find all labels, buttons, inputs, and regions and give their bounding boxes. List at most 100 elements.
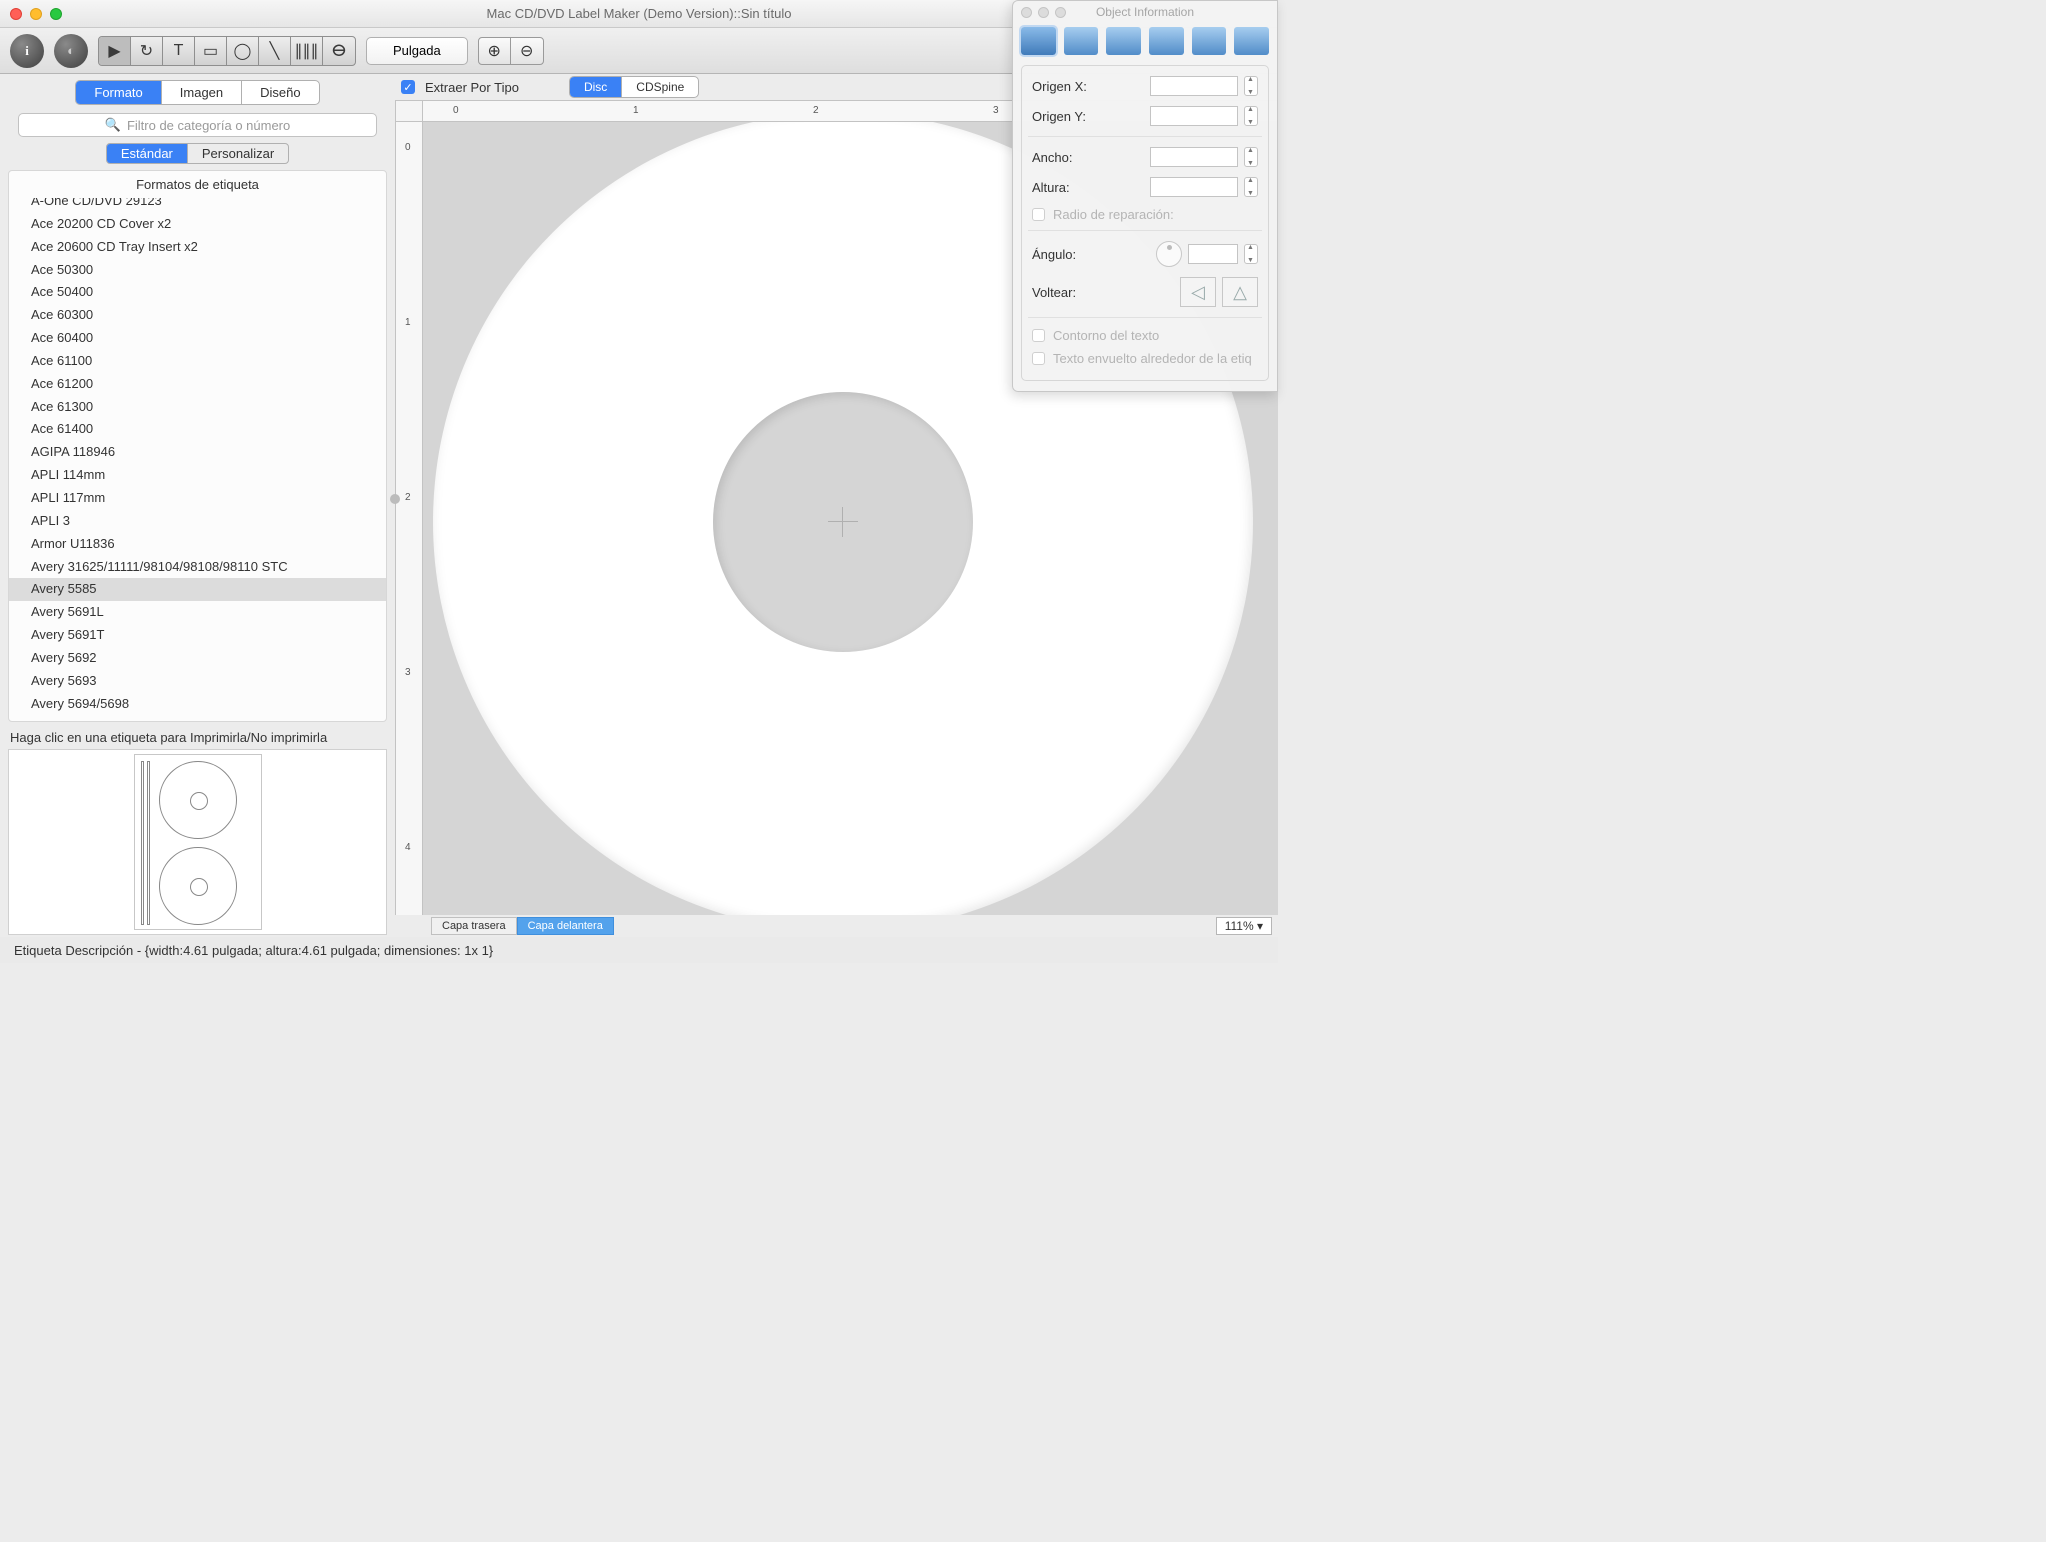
origin-y-stepper[interactable] xyxy=(1244,106,1258,126)
line-tool[interactable]: ╲ xyxy=(259,37,291,65)
format-item[interactable]: Avery 5694/5698 xyxy=(9,693,386,716)
outline-label: Contorno del texto xyxy=(1053,328,1159,343)
sidebar-resize-grip[interactable] xyxy=(390,494,400,504)
mask-icon[interactable]: ◐ xyxy=(54,34,88,68)
unit-button[interactable]: Pulgada xyxy=(366,37,468,65)
object-info-panel: Object Information Origen X: Origen Y: A… xyxy=(1012,0,1278,392)
ellipse-tool[interactable]: ◯ xyxy=(227,37,259,65)
effects-tab-icon[interactable] xyxy=(1192,27,1227,55)
search-icon: 🔍 xyxy=(105,117,121,133)
close-window[interactable] xyxy=(10,8,22,20)
left-sidebar: Formato Imagen Diseño 🔍 Filtro de catego… xyxy=(0,74,395,937)
info-icon[interactable]: i xyxy=(10,34,44,68)
format-item[interactable]: Avery 31625/11111/98104/98108/98110 STC xyxy=(9,556,386,579)
tab-diseno[interactable]: Diseño xyxy=(242,81,318,104)
width-label: Ancho: xyxy=(1032,150,1144,165)
search-placeholder: Filtro de categoría o número xyxy=(127,118,290,133)
height-input[interactable] xyxy=(1150,177,1238,197)
fill-tab-icon[interactable] xyxy=(1064,27,1099,55)
origin-x-input[interactable] xyxy=(1150,76,1238,96)
angle-dial[interactable] xyxy=(1156,241,1182,267)
rect-tool[interactable]: ▭ xyxy=(195,37,227,65)
format-item[interactable]: Avery 5692 xyxy=(9,647,386,670)
format-item[interactable]: APLI 3 xyxy=(9,510,386,533)
barcode-tool[interactable]: ∥∥∥ xyxy=(291,37,323,65)
zoom-level-select[interactable]: 111% ▾ xyxy=(1216,917,1272,935)
format-item[interactable]: Ace 61300 xyxy=(9,396,386,419)
format-item[interactable]: Ace 60300 xyxy=(9,304,386,327)
angle-input[interactable] xyxy=(1188,244,1238,264)
format-item[interactable]: AGIPA 118946 xyxy=(9,441,386,464)
zoom-out-icon[interactable]: ⊖ xyxy=(511,38,543,64)
format-item[interactable]: Ace 50300 xyxy=(9,259,386,282)
format-list[interactable]: A-One CD/DVD 29123Ace 20200 CD Cover x2A… xyxy=(9,198,386,721)
flip-label: Voltear: xyxy=(1032,285,1174,300)
format-item[interactable]: Ace 61200 xyxy=(9,373,386,396)
origin-x-stepper[interactable] xyxy=(1244,76,1258,96)
format-item[interactable]: Ace 61400 xyxy=(9,418,386,441)
label-preview[interactable] xyxy=(8,749,387,935)
panel-title: Object Information xyxy=(1013,5,1277,19)
search-input[interactable]: 🔍 Filtro de categoría o número xyxy=(18,113,377,137)
origin-y-input[interactable] xyxy=(1150,106,1238,126)
format-list-panel: Formatos de etiqueta A-One CD/DVD 29123A… xyxy=(8,170,387,722)
tab-estandar[interactable]: Estándar xyxy=(107,144,188,163)
zoom-controls: ⊕ ⊖ xyxy=(478,37,544,65)
tool-palette: ▶ ↻ T ▭ ◯ ╲ ∥∥∥ ⴱ xyxy=(98,36,356,66)
panel-title: Formatos de etiqueta xyxy=(9,171,386,198)
format-item[interactable]: Ace 50400 xyxy=(9,281,386,304)
format-item[interactable]: Ace 20200 CD Cover x2 xyxy=(9,213,386,236)
layer-tabs: Capa trasera Capa delantera xyxy=(431,917,614,935)
status-bar: Etiqueta Descripción - {width:4.61 pulga… xyxy=(0,937,1278,963)
format-item[interactable]: Ace 60400 xyxy=(9,327,386,350)
format-item[interactable]: APLI 114mm xyxy=(9,464,386,487)
image-tab-icon[interactable] xyxy=(1106,27,1141,55)
status-text: Etiqueta Descripción - {width:4.61 pulga… xyxy=(14,943,493,958)
format-item[interactable]: APLI 117mm xyxy=(9,487,386,510)
format-item[interactable]: Ace 61100 xyxy=(9,350,386,373)
text-tab-icon[interactable] xyxy=(1149,27,1184,55)
format-item[interactable]: Avery 5585 xyxy=(9,578,386,601)
spiral-tool[interactable]: ⴱ xyxy=(323,37,355,65)
tab-imagen[interactable]: Imagen xyxy=(162,81,242,104)
format-item[interactable]: Avery 5691L xyxy=(9,601,386,624)
width-stepper[interactable] xyxy=(1244,147,1258,167)
tab-formato[interactable]: Formato xyxy=(76,81,161,104)
format-item[interactable]: Avery 5691T xyxy=(9,624,386,647)
ruler-corner xyxy=(395,100,423,122)
rotate-tool[interactable]: ↻ xyxy=(131,37,163,65)
outline-checkbox[interactable] xyxy=(1032,329,1045,342)
zoom-window[interactable] xyxy=(50,8,62,20)
angle-stepper[interactable] xyxy=(1244,244,1258,264)
center-crosshair-icon xyxy=(828,507,858,537)
vertical-ruler: 0 1 2 3 4 xyxy=(395,122,423,915)
tab-disc[interactable]: Disc xyxy=(570,77,622,97)
tab-back-layer[interactable]: Capa trasera xyxy=(431,917,517,935)
minimize-window[interactable] xyxy=(30,8,42,20)
preview-hint: Haga clic en una etiqueta para Imprimirl… xyxy=(8,722,387,749)
tab-cdspine[interactable]: CDSpine xyxy=(622,77,698,97)
wrap-label: Texto envuelto alrededor de la etiq xyxy=(1053,351,1252,366)
geometry-tab-icon[interactable] xyxy=(1021,27,1056,55)
origin-y-label: Origen Y: xyxy=(1032,109,1144,124)
format-item[interactable]: Armor U11836 xyxy=(9,533,386,556)
text-tool[interactable]: T xyxy=(163,37,195,65)
width-input[interactable] xyxy=(1150,147,1238,167)
extract-checkbox[interactable]: ✓ xyxy=(401,80,415,94)
radius-checkbox[interactable] xyxy=(1032,208,1045,221)
arrange-tab-icon[interactable] xyxy=(1234,27,1269,55)
format-item[interactable]: Avery 5693 xyxy=(9,670,386,693)
extract-label: Extraer Por Tipo xyxy=(425,80,519,95)
select-tool[interactable]: ▶ xyxy=(99,37,131,65)
sidebar-mode-tabs: Formato Imagen Diseño xyxy=(75,80,319,105)
wrap-checkbox[interactable] xyxy=(1032,352,1045,365)
height-stepper[interactable] xyxy=(1244,177,1258,197)
format-item[interactable]: A-One CD/DVD 29123 xyxy=(9,198,386,213)
zoom-in-icon[interactable]: ⊕ xyxy=(479,38,511,64)
flip-vertical-button[interactable]: △ xyxy=(1222,277,1258,307)
format-item[interactable]: Ace 20600 CD Tray Insert x2 xyxy=(9,236,386,259)
tab-personalizar[interactable]: Personalizar xyxy=(188,144,288,163)
format-type-tabs: Estándar Personalizar xyxy=(106,143,289,164)
flip-horizontal-button[interactable]: ◁ xyxy=(1180,277,1216,307)
tab-front-layer[interactable]: Capa delantera xyxy=(517,917,614,935)
